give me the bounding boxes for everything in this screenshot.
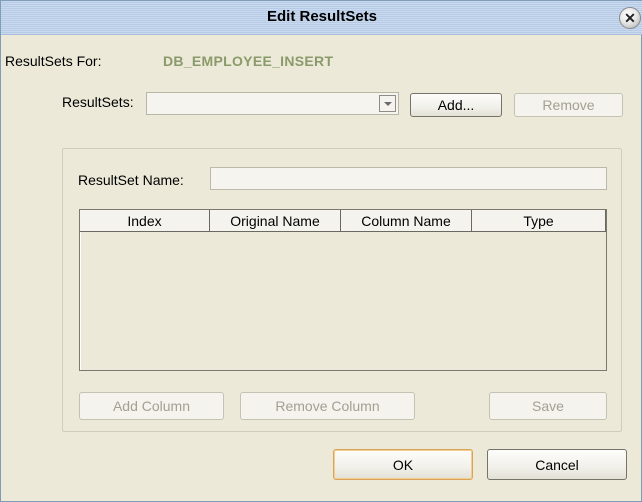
close-button[interactable]: ✕ xyxy=(619,7,641,29)
remove-resultset-button[interactable]: Remove xyxy=(514,93,623,117)
columns-table-header: Index Original Name Column Name Type xyxy=(80,210,606,232)
columns-table[interactable]: Index Original Name Column Name Type xyxy=(79,209,607,371)
resultset-name-label: ResultSet Name: xyxy=(78,172,184,188)
add-column-button[interactable]: Add Column xyxy=(79,392,224,420)
column-header-column-name[interactable]: Column Name xyxy=(341,210,472,232)
ok-button[interactable]: OK xyxy=(333,449,473,480)
resultsets-select[interactable] xyxy=(146,92,399,115)
close-icon: ✕ xyxy=(624,10,636,26)
add-resultset-button[interactable]: Add... xyxy=(410,93,502,117)
window-title: Edit ResultSets xyxy=(266,8,378,25)
remove-column-button[interactable]: Remove Column xyxy=(240,392,415,420)
save-button[interactable]: Save xyxy=(489,392,607,420)
column-header-original-name[interactable]: Original Name xyxy=(210,210,341,232)
resultset-name-input[interactable] xyxy=(210,167,607,190)
column-header-index[interactable]: Index xyxy=(80,210,210,232)
cancel-button[interactable]: Cancel xyxy=(487,449,627,480)
resultsets-for-label: ResultSets For: xyxy=(5,53,102,69)
edit-resultsets-dialog: Edit ResultSets ✕ ResultSets For: DB_EMP… xyxy=(0,0,642,502)
resultsets-for-value: DB_EMPLOYEE_INSERT xyxy=(163,53,334,69)
resultsets-label: ResultSets: xyxy=(62,94,134,110)
chevron-down-icon[interactable] xyxy=(379,95,396,112)
column-header-type[interactable]: Type xyxy=(472,210,606,232)
title-bar[interactable]: Edit ResultSets ✕ xyxy=(1,1,642,35)
